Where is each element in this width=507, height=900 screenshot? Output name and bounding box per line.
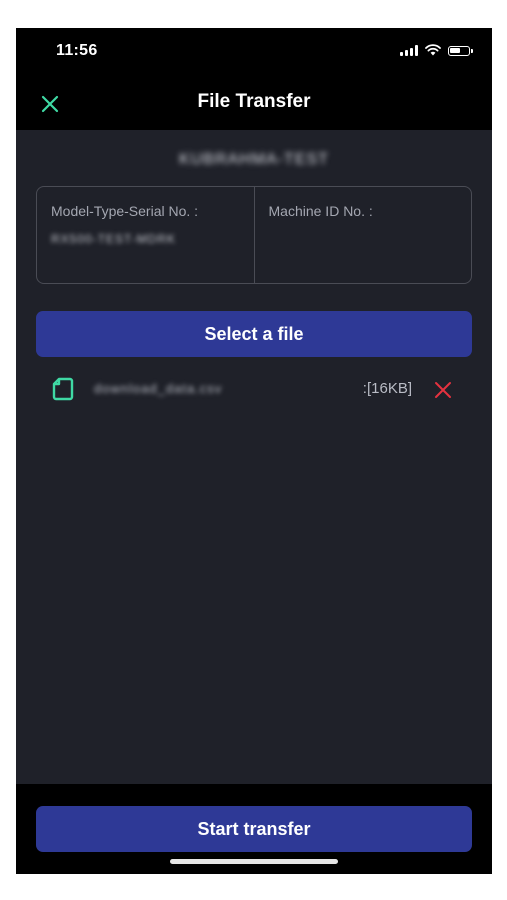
bottom-bar: Start transfer <box>16 784 492 874</box>
machine-info-card: Model-Type-Serial No. : RX500-TEST-MDRK … <box>36 186 472 284</box>
page-title: File Transfer <box>197 91 311 112</box>
machine-name: KUBRAHMA-TEST <box>179 151 329 168</box>
model-type-serial-value: RX500-TEST-MDRK <box>51 232 177 246</box>
remove-icon <box>435 382 451 398</box>
file-name: download_data.csv <box>94 381 223 396</box>
file-list-item: download_data.csv :[16KB] <box>36 373 472 409</box>
home-indicator <box>170 859 338 864</box>
wifi-icon <box>425 44 441 56</box>
model-type-serial-label: Model-Type-Serial No. : <box>51 203 199 219</box>
file-size: :[16KB] <box>362 380 412 397</box>
battery-level <box>450 48 460 53</box>
model-type-serial-section: Model-Type-Serial No. : RX500-TEST-MDRK <box>37 187 254 283</box>
status-icons <box>400 44 473 56</box>
select-file-button[interactable]: Select a file <box>36 311 472 357</box>
remove-file-button[interactable] <box>432 379 454 401</box>
machine-id-section: Machine ID No. : <box>253 187 472 283</box>
cellular-signal-icon <box>400 45 418 56</box>
machine-id-label: Machine ID No. : <box>268 203 373 219</box>
file-icon <box>52 377 74 401</box>
start-transfer-button[interactable]: Start transfer <box>36 806 472 852</box>
status-time: 11:56 <box>56 42 98 59</box>
battery-icon <box>448 46 473 56</box>
top-bar: 11:56 File Transfer <box>16 28 492 130</box>
app-screen: 11:56 File Transfer KUBRAHMA-TEST Model-… <box>16 28 492 874</box>
